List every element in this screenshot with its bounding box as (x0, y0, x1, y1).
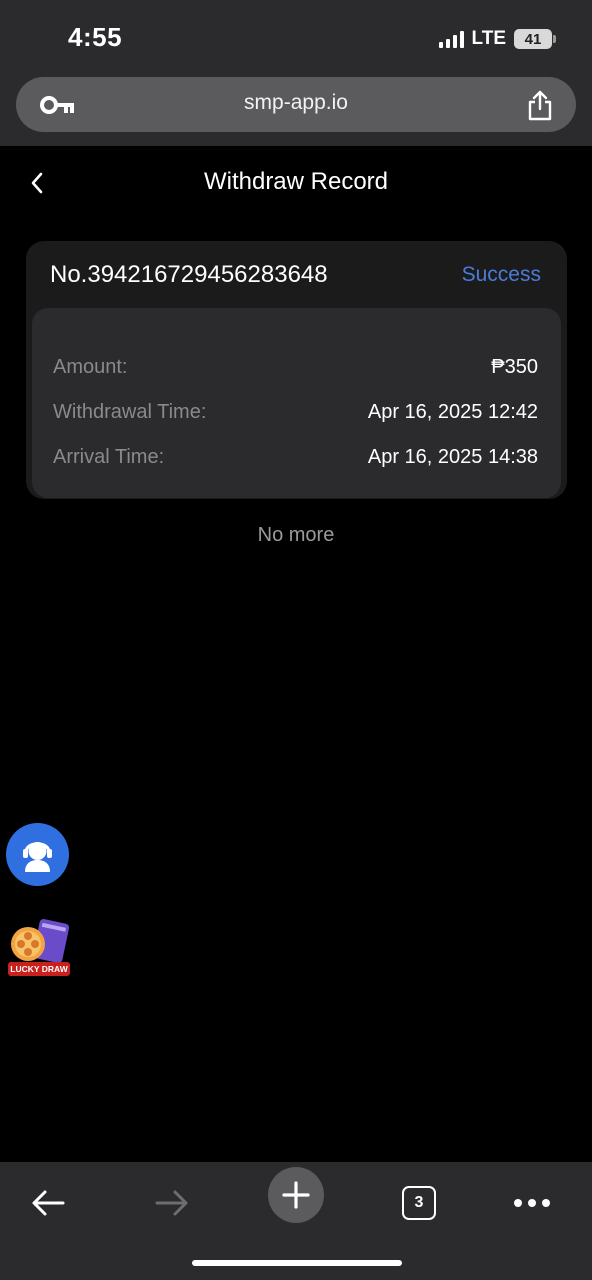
customer-support-button[interactable] (6, 823, 69, 886)
signal-icon (438, 30, 464, 48)
arrow-left-icon (32, 1190, 65, 1216)
more-button[interactable] (509, 1180, 555, 1226)
new-tab-button[interactable] (268, 1167, 324, 1223)
status-badge: Success (461, 263, 541, 286)
tabs-button[interactable]: 3 (396, 1180, 442, 1226)
share-icon[interactable] (526, 89, 554, 121)
withdraw-record-card: No.394216729456283648 Success Amount: ₱3… (26, 241, 567, 499)
status-time: 4:55 (68, 22, 123, 52)
arrival-time-row: Arrival Time: Apr 16, 2025 14:38 (53, 446, 538, 469)
record-number: No.394216729456283648 (50, 261, 328, 288)
amount-label: Amount: (53, 356, 128, 378)
network-type: LTE (471, 28, 506, 49)
address-bar[interactable]: smp-app.io (16, 77, 576, 132)
page-title: Withdraw Record (203, 168, 389, 195)
record-details: Amount: ₱350 Withdrawal Time: Apr 16, 20… (32, 308, 561, 498)
arrival-time-value: Apr 16, 2025 14:38 (367, 446, 538, 468)
headset-support-icon (23, 842, 52, 872)
amount-row: Amount: ₱350 (53, 356, 538, 379)
url-text[interactable]: smp-app.io (16, 91, 576, 115)
list-end-text: No more (257, 524, 335, 546)
lucky-draw-label: LUCKY DRAW (8, 962, 70, 976)
withdrawal-time-row: Withdrawal Time: Apr 16, 2025 12:42 (53, 401, 538, 424)
arrow-right-icon (155, 1190, 188, 1216)
tab-count: 3 (402, 1186, 436, 1220)
status-indicators: LTE 41 (438, 28, 556, 50)
amount-value: ₱350 (491, 356, 538, 378)
home-indicator (192, 1260, 402, 1266)
forward-button[interactable] (149, 1180, 195, 1226)
battery-icon: 41 (514, 29, 556, 49)
lucky-draw-button[interactable]: LUCKY DRAW (6, 917, 72, 981)
plus-icon (282, 1181, 310, 1209)
more-dots-icon (514, 1199, 550, 1207)
withdrawal-time-label: Withdrawal Time: (53, 401, 207, 423)
browser-top-chrome: 4:55 LTE 41 smp-app.io (0, 0, 592, 146)
withdrawal-time-value: Apr 16, 2025 12:42 (367, 401, 538, 423)
back-button[interactable] (25, 1180, 71, 1226)
arrival-time-label: Arrival Time: (53, 446, 165, 468)
